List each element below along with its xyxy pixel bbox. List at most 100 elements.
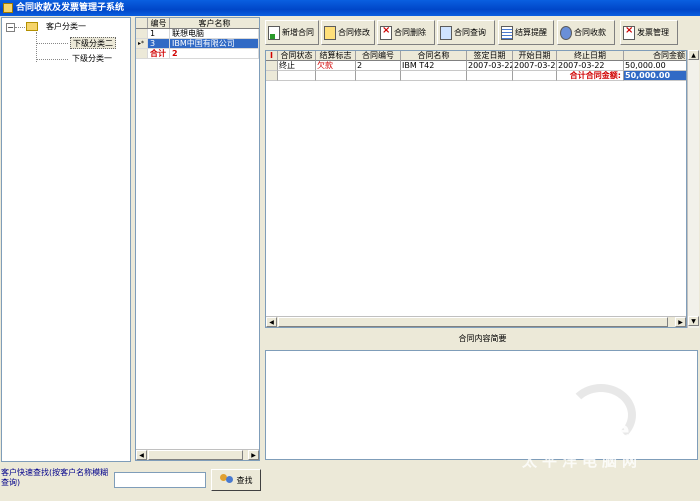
customer-row-selected[interactable]: ▸* 3 IBM中国有限公司 bbox=[136, 39, 259, 49]
contract-status: 终止 bbox=[278, 61, 316, 71]
invoice-management-button[interactable]: 发票管理 bbox=[620, 20, 678, 45]
empty-cell bbox=[513, 71, 557, 81]
watermark-brand: PConline bbox=[518, 416, 630, 444]
col-header-end-date[interactable]: 终止日期 bbox=[557, 51, 624, 61]
col-header-amount[interactable]: 合同金额 bbox=[624, 51, 686, 61]
tree-line bbox=[36, 32, 37, 62]
total-value: 2 bbox=[170, 49, 259, 58]
delete-document-icon bbox=[380, 25, 392, 40]
contract-table: I 合同状态 结算标志 合同编号 合同名称 签定日期 开始日期 终止日期 合同金… bbox=[266, 51, 686, 81]
search-button-label: 查找 bbox=[236, 475, 253, 485]
new-document-icon bbox=[268, 25, 280, 40]
users-icon bbox=[219, 474, 234, 486]
col-header-name[interactable]: 客户名称 bbox=[170, 18, 259, 28]
watermark-pixel bbox=[618, 402, 623, 407]
row-indicator bbox=[266, 61, 278, 71]
customer-total-row: 合计 2 bbox=[136, 49, 259, 59]
search-label: 客户快速查找(按客户名称模糊查询) bbox=[1, 468, 109, 487]
scroll-right-icon[interactable]: ▶ bbox=[248, 450, 259, 460]
contract-total-value: 50,000.00 bbox=[624, 71, 686, 81]
checklist-icon bbox=[501, 25, 513, 40]
settlement-reminder-button[interactable]: 结算提醒 bbox=[498, 20, 554, 45]
toolbar: 新增合同 合同修改 合同删除 合同查询 结算提醒 合同收款 发票管理 bbox=[265, 20, 700, 47]
delete-contract-button[interactable]: 合同删除 bbox=[377, 20, 435, 45]
invoice-icon bbox=[623, 25, 635, 40]
empty-cell bbox=[278, 71, 316, 81]
contract-payment-button[interactable]: 合同收款 bbox=[557, 20, 615, 45]
category-tree[interactable]: − 客户分类一 下级分类二 下级分类一 bbox=[1, 17, 131, 462]
col-header-sign-date[interactable]: 签定日期 bbox=[467, 51, 513, 61]
window-title: 合同收款及发票管理子系统 bbox=[16, 3, 125, 13]
watermark-pixel bbox=[611, 408, 616, 413]
col-header-contract-name[interactable]: 合同名称 bbox=[401, 51, 467, 61]
scroll-right-icon[interactable]: ▶ bbox=[675, 317, 686, 327]
empty-cell bbox=[316, 71, 356, 81]
contract-row[interactable]: 终止 欠款 2 IBM T42 2007-03-22 2007-03-22 20… bbox=[266, 61, 686, 71]
row-indicator bbox=[266, 71, 278, 81]
vertical-scrollbar[interactable]: ▲ ▼ bbox=[687, 50, 699, 328]
scroll-thumb[interactable] bbox=[148, 450, 243, 460]
contract-total-label: 合计合同金额: bbox=[557, 71, 624, 81]
contract-start-date: 2007-03-22 bbox=[513, 61, 557, 71]
col-header-start-date[interactable]: 开始日期 bbox=[513, 51, 557, 61]
collapse-icon[interactable]: − bbox=[6, 23, 15, 32]
scroll-left-icon[interactable]: ◀ bbox=[136, 450, 147, 460]
folder-open-icon bbox=[26, 22, 38, 31]
horizontal-scrollbar[interactable]: ◀ ▶ bbox=[266, 316, 686, 327]
edit-document-icon bbox=[324, 25, 336, 40]
search-button[interactable]: 查找 bbox=[211, 469, 261, 491]
empty-cell bbox=[356, 71, 401, 81]
scroll-down-icon[interactable]: ▼ bbox=[688, 316, 699, 326]
title-bar: 合同收款及发票管理子系统 bbox=[0, 0, 700, 16]
contract-amount: 50,000.00 bbox=[624, 61, 686, 71]
row-indicator bbox=[136, 49, 148, 58]
tree-line bbox=[15, 27, 25, 28]
edit-contract-label: 合同修改 bbox=[338, 28, 370, 37]
invoice-management-label: 发票管理 bbox=[637, 28, 669, 37]
col-header-settle[interactable]: 结算标志 bbox=[316, 51, 356, 61]
customer-grid-header: 编号 客户名称 bbox=[136, 18, 259, 29]
customer-name: IBM中国有限公司 bbox=[170, 39, 259, 48]
col-header-contract-no[interactable]: 合同编号 bbox=[356, 51, 401, 61]
col-header-status[interactable]: 合同状态 bbox=[278, 51, 316, 61]
tree-line bbox=[36, 59, 68, 60]
tree-node-child-2[interactable]: 下级分类二 bbox=[70, 37, 116, 49]
row-marker-header: I bbox=[266, 51, 278, 61]
customer-row[interactable]: 1 联想电脑 bbox=[136, 29, 259, 39]
gear-icon bbox=[560, 25, 572, 40]
query-contract-button[interactable]: 合同查询 bbox=[437, 20, 495, 45]
search-input[interactable] bbox=[114, 472, 206, 488]
tree-node-root[interactable]: 客户分类一 bbox=[46, 21, 86, 33]
contract-settle-flag: 欠款 bbox=[316, 61, 356, 71]
watermark-domain: .com.cn bbox=[646, 432, 678, 441]
contract-payment-label: 合同收款 bbox=[574, 28, 606, 37]
horizontal-scrollbar[interactable]: ◀ ▶ bbox=[136, 449, 259, 460]
scroll-up-icon[interactable]: ▲ bbox=[688, 50, 699, 60]
contract-grid-header: I 合同状态 结算标志 合同编号 合同名称 签定日期 开始日期 终止日期 合同金… bbox=[266, 51, 686, 61]
tree-node-child-1[interactable]: 下级分类一 bbox=[72, 53, 112, 65]
empty-cell bbox=[401, 71, 467, 81]
watermark-pixel bbox=[604, 402, 609, 407]
summary-heading: 合同内容简要 bbox=[458, 334, 507, 343]
add-contract-button[interactable]: 新增合同 bbox=[265, 20, 319, 45]
empty-cell bbox=[467, 71, 513, 81]
watermark-logo: PConline .com.cn 太平洋电脑网 bbox=[518, 384, 698, 470]
scroll-left-icon[interactable]: ◀ bbox=[266, 317, 277, 327]
app-icon bbox=[3, 3, 13, 13]
settlement-reminder-label: 结算提醒 bbox=[515, 28, 547, 37]
contract-name: IBM T42 bbox=[401, 61, 467, 71]
row-indicator bbox=[136, 29, 148, 38]
col-header-id[interactable]: 编号 bbox=[148, 18, 170, 28]
total-label: 合计 bbox=[148, 49, 170, 58]
contract-grid[interactable]: I 合同状态 结算标志 合同编号 合同名称 签定日期 开始日期 终止日期 合同金… bbox=[265, 50, 687, 328]
main-window: 合同收款及发票管理子系统 − 客户分类一 下级分类二 下级分类一 编号 客户名称… bbox=[0, 0, 700, 501]
customer-grid[interactable]: 编号 客户名称 1 联想电脑 ▸* 3 IBM中国有限公司 合计 2 ◀ ▶ bbox=[135, 17, 260, 461]
edit-contract-button[interactable]: 合同修改 bbox=[321, 20, 375, 45]
customer-id: 3 bbox=[148, 39, 170, 48]
contract-total-row: 合计合同金额: 50,000.00 bbox=[266, 71, 686, 81]
contract-no: 2 bbox=[356, 61, 401, 71]
scroll-thumb[interactable] bbox=[278, 317, 668, 327]
contract-sign-date: 2007-03-22 bbox=[467, 61, 513, 71]
watermark-cn: 太平洋电脑网 bbox=[522, 452, 643, 470]
row-indicator: ▸* bbox=[136, 39, 148, 48]
